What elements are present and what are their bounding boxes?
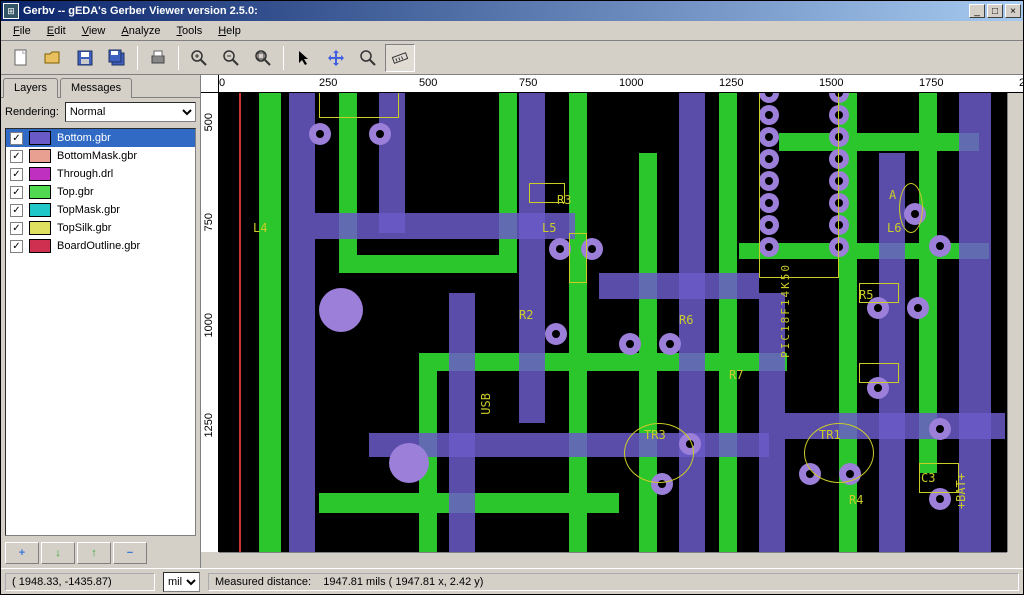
layer-checkbox[interactable]: ✓ xyxy=(10,150,23,163)
save-button[interactable] xyxy=(70,44,100,72)
layer-row-0[interactable]: ✓ Bottom.gbr xyxy=(6,129,195,147)
pointer-tool[interactable] xyxy=(289,44,319,72)
zoom-tool[interactable] xyxy=(353,44,383,72)
app-icon: ⊞ xyxy=(3,3,19,19)
layer-name: Top.gbr xyxy=(57,186,94,198)
menu-analyze[interactable]: Analyze xyxy=(113,23,168,39)
layer-swatch[interactable] xyxy=(29,149,51,163)
layer-swatch[interactable] xyxy=(29,203,51,217)
ruler-horizontal: 025050075010001250150017502000 xyxy=(201,75,1023,93)
layer-name: BoardOutline.gbr xyxy=(57,240,140,252)
close-button[interactable]: × xyxy=(1005,4,1021,18)
maximize-button[interactable]: □ xyxy=(987,4,1003,18)
window-title: Gerbv -- gEDA's Gerber Viewer version 2.… xyxy=(23,5,967,17)
status-bar: ( 1948.33, -1435.87) mil Measured distan… xyxy=(1,568,1023,594)
layer-row-3[interactable]: ✓ Top.gbr xyxy=(6,183,195,201)
zoom-fit-button[interactable] xyxy=(248,44,278,72)
new-button[interactable] xyxy=(6,44,36,72)
rendering-select[interactable]: Normal xyxy=(65,102,196,122)
layer-checkbox[interactable]: ✓ xyxy=(10,168,23,181)
layer-up-button[interactable]: ↑ xyxy=(77,542,111,564)
layer-checkbox[interactable]: ✓ xyxy=(10,204,23,217)
ruler-vertical: 50075010001250 xyxy=(201,93,219,552)
save-all-button[interactable] xyxy=(102,44,132,72)
vertical-scrollbar[interactable] xyxy=(1007,93,1023,552)
measured-value: 1947.81 mils ( 1947.81 x, 2.42 y) xyxy=(323,576,483,588)
menu-bar: File Edit View Analyze Tools Help xyxy=(1,21,1023,41)
layer-swatch[interactable] xyxy=(29,167,51,181)
layer-checkbox[interactable]: ✓ xyxy=(10,240,23,253)
open-button[interactable] xyxy=(38,44,68,72)
zoom-out-button[interactable] xyxy=(216,44,246,72)
layer-row-6[interactable]: ✓ BoardOutline.gbr xyxy=(6,237,195,255)
menu-file[interactable]: File xyxy=(5,23,39,39)
menu-tools[interactable]: Tools xyxy=(169,23,211,39)
layer-row-2[interactable]: ✓ Through.drl xyxy=(6,165,195,183)
layer-swatch[interactable] xyxy=(29,131,51,145)
layer-name: BottomMask.gbr xyxy=(57,150,137,162)
tab-layers[interactable]: Layers xyxy=(3,78,58,98)
layer-name: TopSilk.gbr xyxy=(57,222,111,234)
side-panel: Layers Messages Rendering: Normal ✓ Bott… xyxy=(1,75,201,568)
layer-down-button[interactable]: ↓ xyxy=(41,542,75,564)
tab-messages[interactable]: Messages xyxy=(60,78,132,98)
pcb-canvas[interactable]: L4 R3 L5 A L6 R2 R6 R5 R7 USB TR3 TR1 R4… xyxy=(219,93,1007,552)
title-bar: ⊞ Gerbv -- gEDA's Gerber Viewer version … xyxy=(1,1,1023,21)
layer-name: Through.drl xyxy=(57,168,113,180)
remove-layer-button[interactable]: − xyxy=(113,542,147,564)
layer-name: TopMask.gbr xyxy=(57,204,120,216)
layer-checkbox[interactable]: ✓ xyxy=(10,222,23,235)
menu-view[interactable]: View xyxy=(74,23,114,39)
layer-swatch[interactable] xyxy=(29,221,51,235)
toolbar xyxy=(1,41,1023,75)
layer-list[interactable]: ✓ Bottom.gbr✓ BottomMask.gbr✓ Through.dr… xyxy=(5,128,196,536)
layer-row-5[interactable]: ✓ TopSilk.gbr xyxy=(6,219,195,237)
layer-row-4[interactable]: ✓ TopMask.gbr xyxy=(6,201,195,219)
measured-label: Measured distance: xyxy=(215,576,311,588)
zoom-in-button[interactable] xyxy=(184,44,214,72)
layer-checkbox[interactable]: ✓ xyxy=(10,132,23,145)
print-button[interactable] xyxy=(143,44,173,72)
status-coords: ( 1948.33, -1435.87) xyxy=(5,573,155,591)
add-layer-button[interactable]: + xyxy=(5,542,39,564)
minimize-button[interactable]: _ xyxy=(969,4,985,18)
menu-help[interactable]: Help xyxy=(210,23,249,39)
layer-checkbox[interactable]: ✓ xyxy=(10,186,23,199)
menu-edit[interactable]: Edit xyxy=(39,23,74,39)
unit-select[interactable]: mil xyxy=(163,572,200,592)
layer-swatch[interactable] xyxy=(29,239,51,253)
horizontal-scrollbar[interactable] xyxy=(219,552,1007,568)
rendering-label: Rendering: xyxy=(5,106,59,118)
layer-row-1[interactable]: ✓ BottomMask.gbr xyxy=(6,147,195,165)
measure-tool[interactable] xyxy=(385,44,415,72)
move-tool[interactable] xyxy=(321,44,351,72)
layer-name: Bottom.gbr xyxy=(57,132,111,144)
layer-swatch[interactable] xyxy=(29,185,51,199)
